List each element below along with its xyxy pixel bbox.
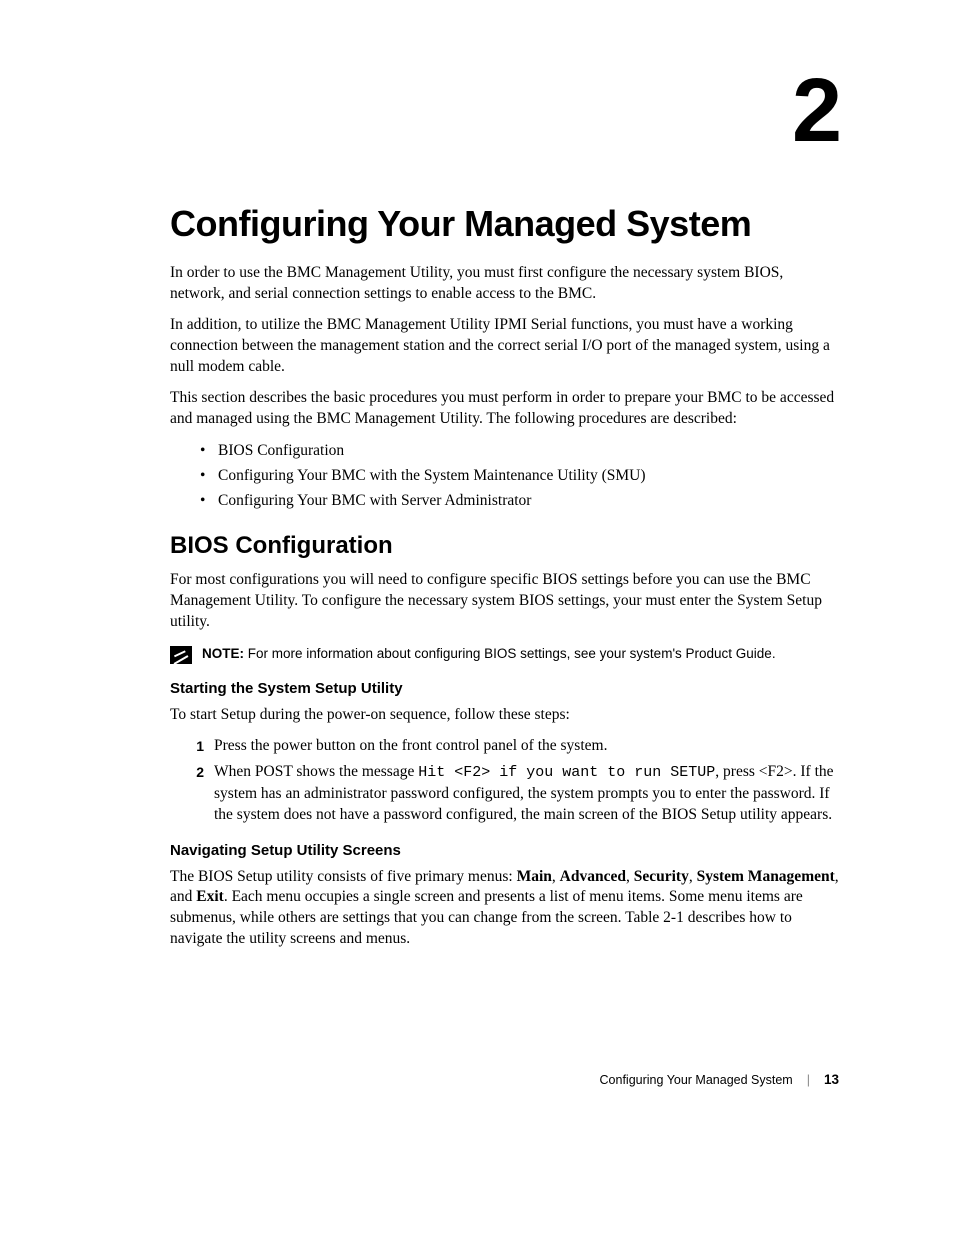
subsection-heading-navigating: Navigating Setup Utility Screens: [170, 842, 839, 859]
paragraph: To start Setup during the power-on seque…: [170, 705, 839, 726]
list-item: BIOS Configuration: [200, 439, 839, 464]
nav-text-a: The BIOS Setup utility consists of five …: [170, 868, 517, 885]
paragraph: This section describes the basic procedu…: [170, 388, 839, 430]
page-content: 2 Configuring Your Managed System In ord…: [0, 0, 954, 1020]
code-text: Hit <F2> if you want to run SETUP: [418, 764, 715, 781]
list-item: Configuring Your BMC with the System Mai…: [200, 464, 839, 489]
subsection-heading-starting-setup: Starting the System Setup Utility: [170, 680, 839, 697]
page-footer: Configuring Your Managed System | 13: [600, 1072, 839, 1087]
step-text-a: When POST shows the message: [214, 763, 418, 780]
numbered-list: Press the power button on the front cont…: [186, 736, 839, 826]
footer-page-number: 13: [824, 1072, 839, 1087]
note-icon: [170, 646, 192, 664]
footer-divider: |: [807, 1073, 810, 1087]
section-heading-bios-config: BIOS Configuration: [170, 532, 839, 560]
page-title: Configuring Your Managed System: [170, 203, 839, 245]
menu-name: System Management: [697, 868, 835, 885]
paragraph: In order to use the BMC Management Utili…: [170, 263, 839, 305]
menu-name: Exit: [196, 888, 224, 905]
chapter-number: 2: [170, 60, 839, 163]
menu-name: Advanced: [560, 868, 626, 885]
paragraph: For most configurations you will need to…: [170, 570, 839, 633]
bullet-list: BIOS Configuration Configuring Your BMC …: [200, 439, 839, 513]
nav-text-b: . Each menu occupies a single screen and…: [170, 888, 803, 947]
list-item: Press the power button on the front cont…: [186, 736, 839, 757]
note-label: NOTE:: [202, 646, 244, 661]
menu-name: Main: [517, 868, 552, 885]
menu-name: Security: [634, 868, 689, 885]
list-item: When POST shows the message Hit <F2> if …: [186, 762, 839, 825]
note-text: NOTE: For more information about configu…: [202, 645, 776, 663]
footer-title: Configuring Your Managed System: [600, 1073, 793, 1087]
note-block: NOTE: For more information about configu…: [170, 645, 839, 664]
paragraph: In addition, to utilize the BMC Manageme…: [170, 315, 839, 378]
paragraph: The BIOS Setup utility consists of five …: [170, 867, 839, 951]
list-item: Configuring Your BMC with Server Adminis…: [200, 489, 839, 514]
note-body: For more information about configuring B…: [244, 646, 776, 661]
